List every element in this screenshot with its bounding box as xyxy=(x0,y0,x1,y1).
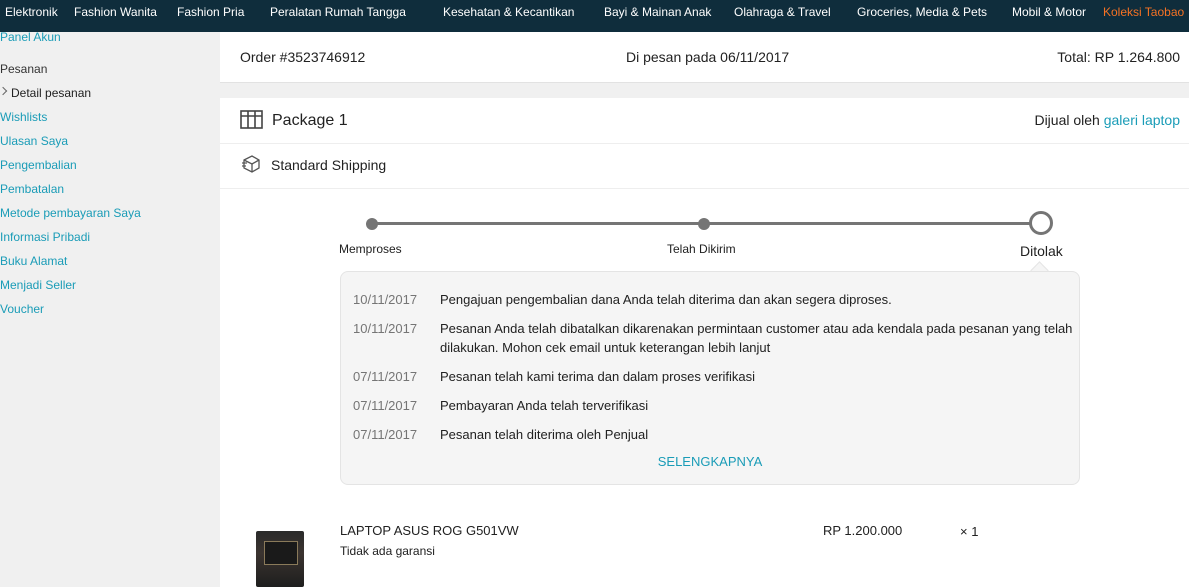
product-warranty: Tidak ada garansi xyxy=(340,544,435,558)
package-icon xyxy=(240,110,263,134)
sidebar-item-pengembalian[interactable]: Pengembalian xyxy=(0,158,77,172)
sidebar-item-panel-akun[interactable]: Panel Akun xyxy=(0,30,61,44)
seller-link[interactable]: galeri laptop xyxy=(1104,112,1180,128)
package-title: Package 1 xyxy=(272,112,348,129)
sidebar-item-detail-pesanan[interactable]: Detail pesanan xyxy=(11,86,91,100)
shipping-row: Standard Shipping xyxy=(220,143,1189,189)
product-price: RP 1.200.000 xyxy=(823,523,903,538)
status-history-panel: 10/11/2017 Pengajuan pengembalian dana A… xyxy=(340,271,1080,485)
history-entry-date: 10/11/2017 xyxy=(353,292,418,307)
product-name[interactable]: LAPTOP ASUS ROG G501VW xyxy=(340,523,519,538)
sidebar-item-ulasan-saya[interactable]: Ulasan Saya xyxy=(0,134,68,148)
sidebar-item-voucher[interactable]: Voucher xyxy=(0,302,44,316)
seller-info: Dijual oleh galeri laptop xyxy=(1034,112,1180,128)
order-total: Total: RP 1.264.800 xyxy=(1057,49,1180,65)
timeline-step-label: Telah Dikirim xyxy=(667,242,736,256)
sidebar-item-metode-pembayaran[interactable]: Metode pembayaran Saya xyxy=(0,206,141,220)
category-mobil-motor[interactable]: Mobil & Motor xyxy=(1012,0,1086,26)
show-more-link[interactable]: SELENGKAPNYA xyxy=(341,454,1079,469)
sold-by-label: Dijual oleh xyxy=(1034,112,1100,128)
history-entry-date: 07/11/2017 xyxy=(353,398,418,413)
order-date: Di pesan pada 06/11/2017 xyxy=(626,49,790,65)
package-card: Package 1 Dijual oleh galeri laptop Stan… xyxy=(220,98,1189,587)
account-sidebar: Panel Akun Pesanan Detail pesanan Wishli… xyxy=(0,30,220,587)
history-entry-date: 10/11/2017 xyxy=(353,321,418,336)
category-fashion-wanita[interactable]: Fashion Wanita xyxy=(74,0,157,26)
category-kesehatan-kecantikan[interactable]: Kesehatan & Kecantikan xyxy=(443,0,574,26)
sidebar-item-informasi-pribadi[interactable]: Informasi Pribadi xyxy=(0,230,90,244)
sidebar-item-pembatalan[interactable]: Pembatalan xyxy=(0,182,64,196)
product-quantity: × 1 xyxy=(960,524,979,539)
category-koleksi-taobao[interactable]: Koleksi Taobao xyxy=(1103,0,1184,26)
category-fashion-pria[interactable]: Fashion Pria xyxy=(177,0,244,26)
category-groceries-media-pets[interactable]: Groceries, Media & Pets xyxy=(857,0,987,26)
category-elektronik[interactable]: Elektronik xyxy=(5,0,58,26)
shipping-box-icon xyxy=(242,154,261,178)
sidebar-item-menjadi-seller[interactable]: Menjadi Seller xyxy=(0,278,76,292)
timeline-current-step-ring xyxy=(1029,211,1053,235)
history-entry-text: Pesanan telah diterima oleh Penjual xyxy=(440,427,649,442)
history-entry-text: Pesanan Anda telah dibatalkan dikarenaka… xyxy=(440,321,1073,355)
laptop-image xyxy=(264,541,298,565)
history-entry-text: Pengajuan pengembalian dana Anda telah d… xyxy=(440,292,892,307)
history-entry-text: Pesanan telah kami terima dan dalam pros… xyxy=(440,369,756,384)
category-peralatan-rumah-tangga[interactable]: Peralatan Rumah Tangga xyxy=(270,0,406,26)
timeline-step-label: Memproses xyxy=(339,242,402,256)
timeline-current-step-label: Ditolak xyxy=(1020,243,1063,259)
category-bayi-mainan-anak[interactable]: Bayi & Mainan Anak xyxy=(604,0,711,26)
category-olahraga-travel[interactable]: Olahraga & Travel xyxy=(734,0,831,26)
order-number: Order #3523746912 xyxy=(240,49,366,65)
timeline-step-dot xyxy=(366,218,378,230)
shipping-method: Standard Shipping xyxy=(271,157,387,173)
sidebar-section-pesanan: Pesanan xyxy=(0,62,48,76)
history-entry-text: Pembayaran Anda telah terverifikasi xyxy=(440,398,649,413)
history-entry-date: 07/11/2017 xyxy=(353,427,418,442)
sidebar-item-buku-alamat[interactable]: Buku Alamat xyxy=(0,254,67,268)
chevron-right-icon xyxy=(0,86,8,96)
package-header: Package 1 Dijual oleh galeri laptop xyxy=(220,98,1189,144)
history-entry-date: 07/11/2017 xyxy=(353,369,418,384)
sidebar-item-wishlists[interactable]: Wishlists xyxy=(0,110,47,124)
category-nav-bar: Elektronik Fashion Wanita Fashion Pria P… xyxy=(0,0,1189,32)
timeline-step-dot xyxy=(698,218,710,230)
product-thumbnail[interactable] xyxy=(256,531,304,587)
order-summary-card: Order #3523746912 Di pesan pada 06/11/20… xyxy=(220,32,1189,83)
